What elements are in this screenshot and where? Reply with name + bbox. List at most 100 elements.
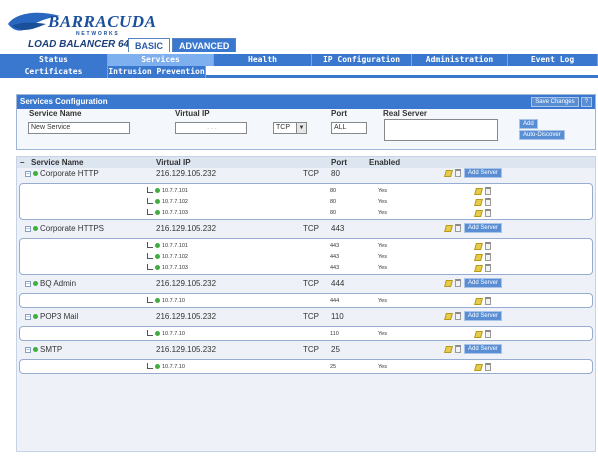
service-row[interactable]: – Corporate HTTP 216.129.105.232 TCP 80 Add S…	[17, 168, 595, 181]
edit-icon[interactable]	[474, 198, 483, 206]
collapse-icon[interactable]: –	[25, 280, 31, 287]
collapse-icon[interactable]: –	[25, 313, 31, 320]
trash-icon[interactable]	[485, 187, 491, 195]
trash-icon[interactable]	[485, 297, 491, 305]
real-server-enabled: Yes	[378, 210, 387, 216]
trash-icon[interactable]	[455, 169, 461, 177]
header-service-name: Service Name	[31, 158, 84, 167]
port-input[interactable]: ALL	[331, 122, 367, 134]
nav-item-services[interactable]: Services	[108, 54, 214, 66]
edit-icon[interactable]	[474, 187, 483, 195]
tab-basic[interactable]: BASIC	[128, 38, 171, 52]
edit-icon[interactable]	[444, 279, 453, 287]
real-server-enabled: Yes	[378, 254, 387, 260]
save-changes-button[interactable]: Save Changes	[531, 97, 579, 107]
trash-icon[interactable]	[485, 209, 491, 217]
status-dot-icon	[155, 210, 160, 216]
service-protocol: TCP	[303, 224, 319, 233]
header-virtual-ip: Virtual IP	[156, 158, 191, 167]
nav-item-health[interactable]: Health	[214, 54, 312, 66]
service-row[interactable]: – SMTP 216.129.105.232 TCP 25 Add Server	[17, 344, 595, 357]
real-server-row[interactable]: 10.7.7.102 443 Yes	[20, 252, 592, 263]
real-server-port: 80	[330, 210, 337, 216]
trash-icon[interactable]	[485, 242, 491, 250]
trash-icon[interactable]	[455, 224, 461, 232]
status-dot-icon	[33, 281, 38, 287]
real-server-row[interactable]: 10.7.7.103 443 Yes	[20, 263, 592, 274]
trash-icon[interactable]	[455, 279, 461, 287]
edit-icon[interactable]	[474, 297, 483, 305]
edit-icon[interactable]	[474, 253, 483, 261]
trash-icon[interactable]	[485, 330, 491, 338]
collapse-icon[interactable]: –	[25, 170, 31, 177]
trash-icon[interactable]	[485, 198, 491, 206]
edit-icon[interactable]	[444, 224, 453, 232]
real-server-row[interactable]: 10.7.7.10 444 Yes	[20, 296, 592, 307]
help-button[interactable]: ?	[580, 97, 592, 107]
real-server-actions	[474, 198, 491, 206]
collapse-all-icon[interactable]: –	[20, 158, 24, 167]
real-server-ip: 10.7.7.103	[162, 210, 188, 216]
trash-icon[interactable]	[455, 345, 461, 353]
real-servers-box: 10.7.7.10 25 Yes	[19, 359, 593, 374]
tab-advanced[interactable]: ADVANCED	[172, 38, 237, 52]
real-server-row[interactable]: 10.7.7.10 110 Yes	[20, 329, 592, 340]
service-vip: 216.129.105.232	[156, 312, 217, 321]
real-server-actions	[474, 242, 491, 250]
service-name-input[interactable]: New Service	[28, 122, 130, 134]
trash-icon[interactable]	[455, 312, 461, 320]
edit-icon[interactable]	[444, 312, 453, 320]
header-virtual-ip: Virtual IP	[175, 109, 210, 118]
service-row[interactable]: – BQ Admin 216.129.105.232 TCP 444 Add Server	[17, 278, 595, 291]
trash-icon[interactable]	[485, 253, 491, 261]
real-server-row[interactable]: 10.7.7.101 80 Yes	[20, 186, 592, 197]
real-server-ip-cell: 10.7.7.10	[155, 298, 185, 304]
header-service-name: Service Name	[29, 109, 82, 118]
tree-connector-icon	[147, 253, 153, 259]
real-server-row[interactable]: 10.7.7.101 443 Yes	[20, 241, 592, 252]
service-port: 444	[331, 279, 345, 288]
add-server-button[interactable]: Add Server	[464, 223, 503, 233]
edit-icon[interactable]	[444, 169, 453, 177]
nav-item-intrusion-prevention[interactable]: Intrusion Prevention	[108, 66, 206, 78]
real-server-input[interactable]	[384, 119, 498, 141]
real-server-row[interactable]: 10.7.7.103 80 Yes	[20, 208, 592, 219]
nav-item-event-log[interactable]: Event Log	[508, 54, 598, 66]
real-server-port: 444	[330, 298, 340, 304]
real-server-row[interactable]: 10.7.7.10 25 Yes	[20, 362, 592, 373]
protocol-select[interactable]: TCP ▼	[273, 122, 307, 134]
status-dot-icon	[155, 243, 160, 249]
add-server-button[interactable]: Add Server	[464, 311, 503, 321]
service-row[interactable]: – Corporate HTTPS 216.129.105.232 TCP 443 Add…	[17, 223, 595, 236]
edit-icon[interactable]	[474, 242, 483, 250]
collapse-icon[interactable]: –	[25, 225, 31, 232]
chevron-down-icon: ▼	[296, 123, 306, 133]
edit-icon[interactable]	[444, 345, 453, 353]
status-dot-icon	[155, 298, 160, 304]
nav-item-status[interactable]: Status	[0, 54, 108, 66]
edit-icon[interactable]	[474, 209, 483, 217]
add-server-button[interactable]: Add Server	[464, 168, 503, 178]
real-server-row[interactable]: 10.7.7.102 80 Yes	[20, 197, 592, 208]
auto-discover-button[interactable]: Auto-Discover	[519, 130, 565, 140]
nav-item-certificates[interactable]: Certificates	[0, 66, 108, 78]
edit-icon[interactable]	[474, 330, 483, 338]
add-server-button[interactable]: Add Server	[464, 344, 503, 354]
edit-icon[interactable]	[474, 264, 483, 272]
add-server-button[interactable]: Add Server	[464, 278, 503, 288]
logo-subtext: NETWORKS	[76, 31, 120, 37]
add-button[interactable]: Add	[519, 119, 538, 129]
real-server-ip: 10.7.7.103	[162, 265, 188, 271]
service-name: BQ Admin	[40, 279, 77, 288]
real-server-enabled: Yes	[378, 265, 387, 271]
collapse-icon[interactable]: –	[25, 346, 31, 353]
trash-icon[interactable]	[485, 363, 491, 371]
trash-icon[interactable]	[485, 264, 491, 272]
nav-item-administration[interactable]: Administration	[412, 54, 508, 66]
real-server-ip: 10.7.7.101	[162, 243, 188, 249]
service-actions: Add Server	[444, 223, 503, 233]
nav-item-ip-configuration[interactable]: IP Configuration	[312, 54, 412, 66]
virtual-ip-input[interactable]: . . .	[175, 122, 247, 134]
edit-icon[interactable]	[474, 363, 483, 371]
service-row[interactable]: – POP3 Mail 216.129.105.232 TCP 110 Add Serve…	[17, 311, 595, 324]
